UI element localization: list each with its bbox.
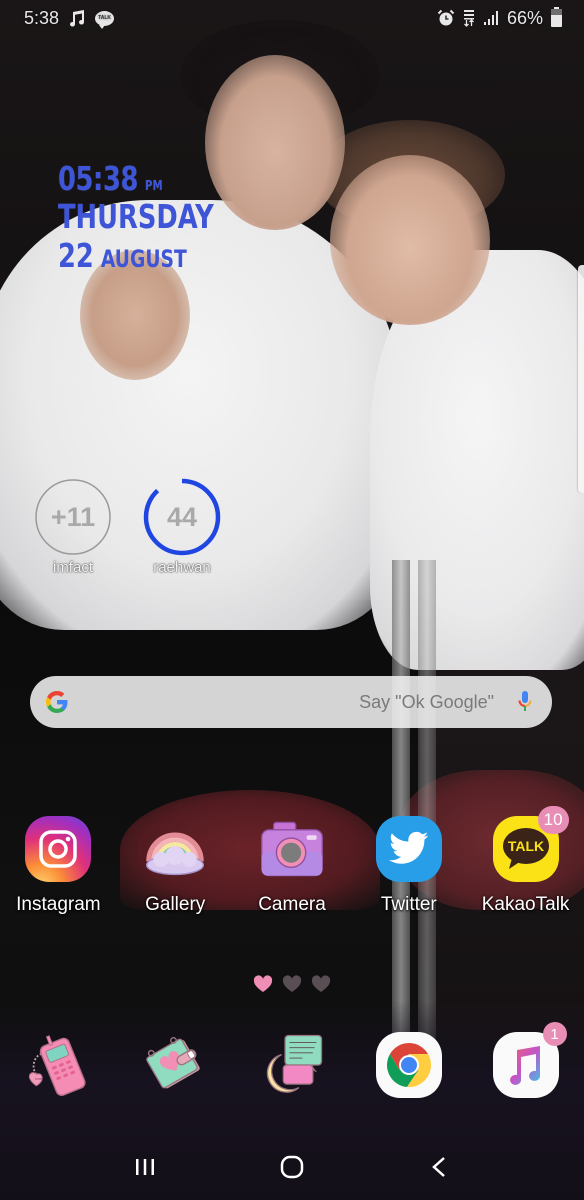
- page-dot[interactable]: [282, 975, 302, 993]
- battery-percent: 66%: [506, 7, 543, 28]
- home-app-row: Instagram Gallery Camera Twitter TALK 10…: [0, 806, 584, 916]
- clock-time: 05:38: [58, 159, 138, 198]
- music-note-icon: 1: [492, 1022, 567, 1098]
- clock-widget[interactable]: 05:38 PM THURSDAY 22 AUGUST: [58, 162, 214, 272]
- back-button[interactable]: [409, 1147, 469, 1187]
- clock-day: THURSDAY: [58, 197, 214, 236]
- page-dot[interactable]: [311, 975, 331, 993]
- app-label: Twitter: [380, 894, 437, 915]
- wallpaper-face: [330, 155, 490, 325]
- pink-flip-phone-icon: love: [25, 1032, 91, 1098]
- instagram-icon: [25, 816, 92, 882]
- status-time: 5:38: [24, 7, 60, 28]
- dock-phone[interactable]: love: [0, 1032, 117, 1098]
- data-transfer-icon: [463, 9, 475, 27]
- dock-music[interactable]: 1: [467, 1022, 584, 1098]
- dock: love 1: [0, 1022, 584, 1098]
- app-twitter[interactable]: Twitter: [350, 816, 467, 916]
- signal-icon: [483, 10, 499, 26]
- app-label: Camera: [258, 894, 326, 915]
- contact-count: +11: [50, 501, 96, 532]
- contact-widget-imfact[interactable]: +11 imfact: [28, 477, 118, 576]
- contact-ring: +11: [33, 477, 113, 557]
- clock-ampm: PM: [145, 179, 163, 194]
- clock-date-line: 22 AUGUST: [58, 233, 214, 272]
- app-label: Gallery: [145, 894, 206, 915]
- google-logo-icon: [44, 689, 70, 715]
- microphone-icon[interactable]: [518, 690, 532, 714]
- app-instagram[interactable]: Instagram: [0, 816, 117, 916]
- clock-month: AUGUST: [100, 245, 187, 273]
- status-bar[interactable]: 5:38 TALK 66%: [0, 0, 584, 36]
- app-camera[interactable]: Camera: [234, 816, 351, 916]
- twitter-bird-icon: [375, 816, 442, 882]
- charm-text: love: [36, 1077, 43, 1081]
- edge-panel-handle[interactable]: [578, 265, 584, 493]
- home-icon: [280, 1155, 304, 1179]
- contact-widget-raehwan[interactable]: 44 raehwan: [137, 477, 227, 576]
- navigation-bar: [0, 1134, 584, 1200]
- status-bar-right: 66%: [437, 7, 562, 29]
- wallpaper-face: [205, 55, 345, 230]
- app-label: KakaoTalk: [481, 894, 570, 915]
- moon-speech-bubble-icon: [259, 1032, 325, 1098]
- recents-icon: [136, 1159, 155, 1175]
- camera-icon: [259, 816, 325, 882]
- search-placeholder[interactable]: Say "Ok Google": [359, 692, 494, 713]
- status-bar-left: 5:38 TALK: [24, 7, 115, 29]
- back-icon: [431, 1157, 445, 1177]
- contact-count: 44: [166, 501, 198, 532]
- contact-ring: 44: [142, 477, 222, 557]
- page-indicator[interactable]: [0, 975, 584, 993]
- app-label: Instagram: [16, 894, 101, 915]
- chrome-icon: [375, 1032, 442, 1098]
- kakaotalk-notification-icon: TALK: [95, 10, 115, 29]
- notification-badge: 10: [537, 806, 569, 834]
- home-button[interactable]: [262, 1147, 322, 1187]
- clock-time-line: 05:38 PM: [58, 162, 214, 195]
- alarm-icon: [437, 9, 455, 27]
- kakaotalk-icon: TALK 10: [492, 806, 569, 882]
- music-note-icon: [69, 9, 85, 27]
- heart-notebook-icon: [142, 1032, 208, 1098]
- dock-chrome[interactable]: [350, 1032, 467, 1098]
- recents-button[interactable]: [115, 1147, 175, 1187]
- google-search-bar[interactable]: Say "Ok Google": [30, 676, 552, 728]
- dock-messages[interactable]: [234, 1032, 351, 1098]
- app-gallery[interactable]: Gallery: [117, 816, 234, 916]
- app-kakaotalk[interactable]: TALK 10 KakaoTalk: [467, 806, 584, 916]
- kakaotalk-icon-text: TALK: [507, 838, 543, 854]
- notification-badge: 1: [542, 1022, 567, 1046]
- dock-contacts[interactable]: [117, 1032, 234, 1098]
- contact-name: raehwan: [153, 559, 211, 576]
- contact-name: imfact: [52, 559, 93, 576]
- rainbow-icon: [142, 816, 208, 882]
- page-dot-active[interactable]: [253, 975, 273, 993]
- battery-icon: [551, 7, 562, 27]
- clock-date-number: 22: [58, 236, 94, 275]
